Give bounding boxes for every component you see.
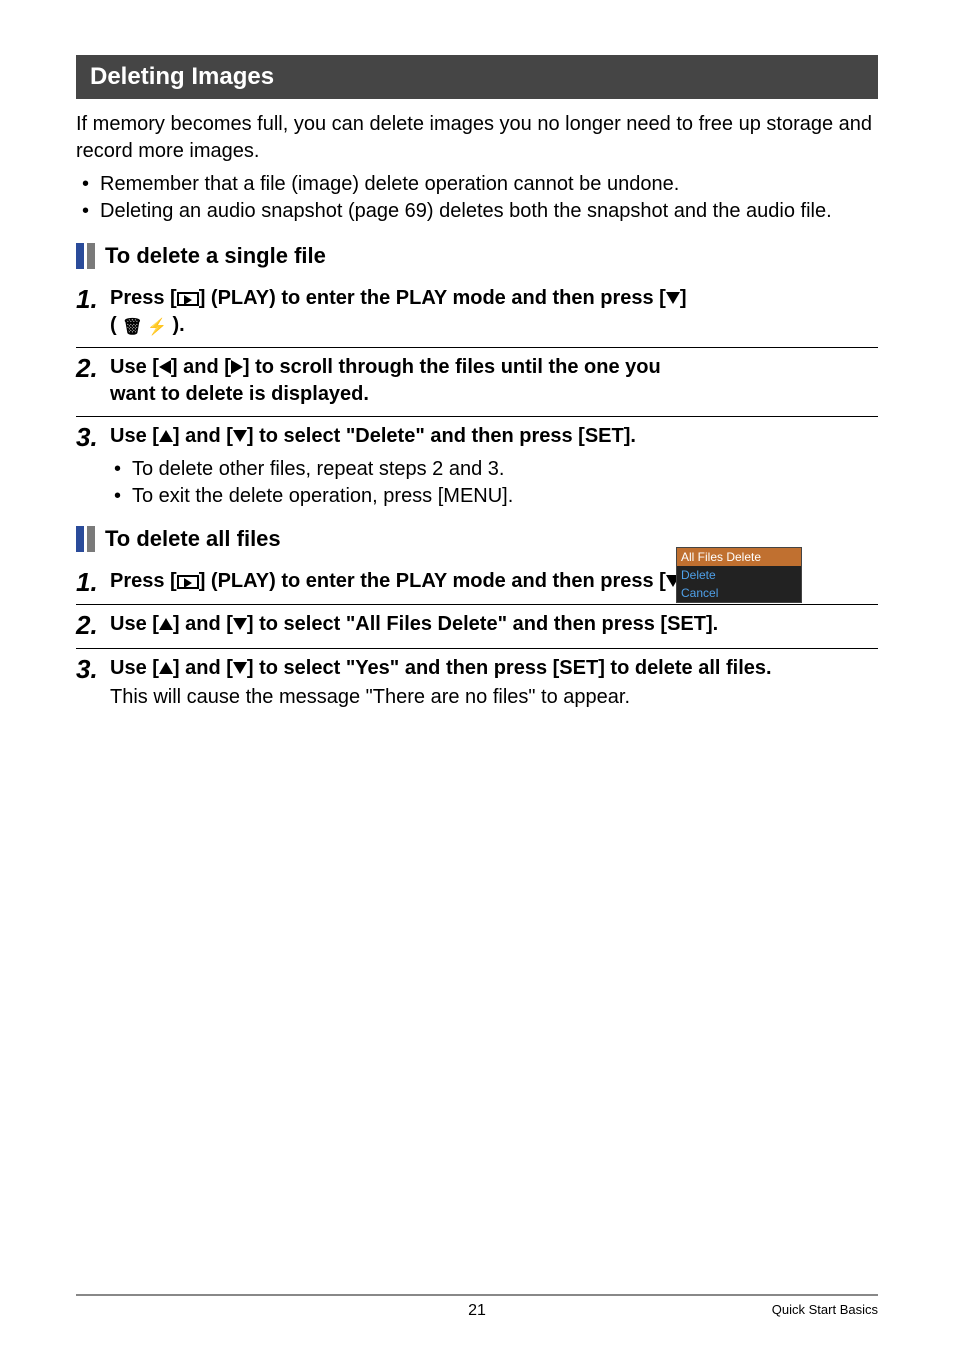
play-icon [177,575,199,589]
step-fragment: Use [ [110,613,159,635]
step-fragment: Press [ [110,570,177,592]
bar-blue-icon [76,243,84,269]
step-number: 1. [76,285,110,314]
step-text: Press [ ] (PLAY) to enter the PLAY mode a… [110,285,690,339]
triangle-down-icon [233,618,247,630]
sub-header: To delete a single file [76,243,878,269]
triangle-up-icon [159,662,173,674]
step-fragment: ] and [ [171,356,231,378]
step-text: Use [] and [] to scroll through the file… [110,354,690,408]
step-block: 3. Use [ ] and [ ] to select "Delete" and … [76,417,878,518]
intro-text: If memory becomes full, you can delete i… [76,111,878,165]
sub-header-title: To delete all files [105,526,281,552]
step-number: 3. [76,655,110,684]
step-sub-bullets: To delete other files, repeat steps 2 an… [108,456,878,510]
screenshot-row-selected: All Files Delete [677,548,801,566]
triangle-right-icon [231,360,243,374]
step-block: 2. Use [ ] and [ ] to select "All Files De… [76,605,878,649]
triangle-down-icon [233,430,247,442]
triangle-down-icon [666,292,680,304]
triangle-up-icon [159,618,173,630]
intro-bullet-list: Remember that a file (image) delete oper… [76,171,878,225]
step-number: 3. [76,423,110,452]
section-header: Deleting Images [76,55,878,99]
screenshot-row: Cancel [677,584,801,602]
page-number: 21 [468,1302,486,1320]
page-footer: 21 Quick Start Basics [0,1294,954,1317]
step-fragment: Use [ [110,425,159,447]
trash-flash-icon: 🗑 ⚡ [122,317,167,339]
step-number: 1. [76,568,110,597]
step-fragment: Use [ [110,356,159,378]
bar-grey-icon [87,526,95,552]
intro-bullet: Remember that a file (image) delete oper… [76,171,878,198]
step-fragment: ] (PLAY) to enter the PLAY mode and then… [199,287,666,309]
bar-grey-icon [87,243,95,269]
screenshot-row: Delete [677,566,801,584]
step-block: 1. Press [ ] (PLAY) to enter the PLAY mod… [76,279,878,348]
step-subtext: This will cause the message "There are n… [110,684,878,711]
step-block: 2. Use [] and [] to scroll through the f… [76,348,878,417]
step-text: Use [ ] and [ ] to select "All Files Delet… [110,611,878,638]
delete-menu-screenshot: All Files Delete Delete Cancel [676,547,802,603]
step-block: 3. Use [ ] and [ ] to select "Yes" and the… [76,649,878,719]
intro-bullet: Deleting an audio snapshot (page 69) del… [76,198,878,225]
step-fragment: ] (PLAY) to enter the PLAY mode and then… [199,570,666,592]
step-fragment: Use [ [110,657,159,679]
sub-header-title: To delete a single file [105,243,326,269]
footer-divider [76,1294,878,1296]
step-fragment: ). [167,314,185,336]
step-fragment: ] to select "Delete" and then press [SET… [247,425,636,447]
sub-header-bars [76,243,95,269]
step-number: 2. [76,611,110,640]
step-fragment: ] to select "Yes" and then press [SET] t… [247,657,772,679]
step-text: Use [ ] and [ ] to select "Delete" and the… [110,423,878,450]
step-sub-bullet: To exit the delete operation, press [MEN… [108,483,878,510]
step-fragment: ] to select "All Files Delete" and then … [247,613,718,635]
sub-header-bars [76,526,95,552]
triangle-down-icon [233,662,247,674]
step-fragment: ] and [ [173,657,233,679]
bar-blue-icon [76,526,84,552]
footer-section-label: Quick Start Basics [772,1302,878,1317]
step-fragment: ] and [ [173,613,233,635]
play-icon [177,292,199,306]
step-text: Use [ ] and [ ] to select "Yes" and then p… [110,655,878,711]
step-fragment: ] and [ [173,425,233,447]
step-sub-bullet: To delete other files, repeat steps 2 an… [108,456,878,483]
step-fragment: Press [ [110,287,177,309]
triangle-up-icon [159,430,173,442]
triangle-left-icon [159,360,171,374]
step-number: 2. [76,354,110,383]
